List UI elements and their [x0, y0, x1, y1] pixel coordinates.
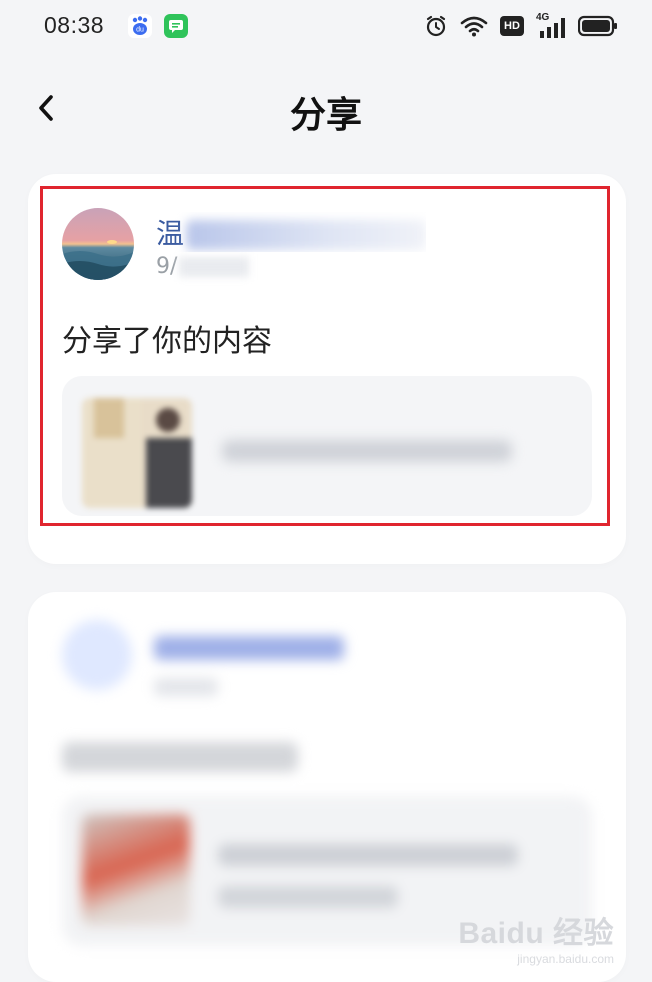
wifi-icon: [460, 16, 488, 37]
redacted-share-text: [62, 742, 298, 772]
post-time: 9/: [156, 254, 250, 279]
page-title: 分享: [289, 95, 362, 136]
post-time-text: 9/: [156, 254, 178, 279]
shared-content-thumbnail: [82, 814, 190, 926]
share-card[interactable]: 温 9/ 分享了你的内容: [28, 174, 626, 564]
shared-content-thumbnail: [82, 398, 192, 508]
watermark-logo: Baidu 经验: [458, 917, 614, 950]
status-bar: 08:38 du HD 4G: [0, 0, 652, 52]
redacted-name: [154, 636, 344, 660]
status-time: 08:38: [44, 12, 105, 38]
watermark: Baidu 经验 jingyan.baidu.com: [458, 908, 614, 966]
user-name[interactable]: 温: [156, 212, 426, 252]
avatar: [62, 620, 132, 690]
hd-icon: HD: [500, 16, 524, 36]
message-app-icon: [164, 14, 188, 38]
redacted-time: [179, 257, 250, 277]
redacted-content-title: [218, 886, 398, 908]
header: 分享: [0, 70, 652, 150]
alarm-icon: [426, 15, 446, 37]
redacted-time: [154, 678, 218, 696]
svg-text:du: du: [136, 27, 144, 34]
battery-icon: [578, 15, 617, 37]
redacted-name: [186, 220, 426, 250]
user-name-text: 温: [156, 217, 185, 250]
avatar[interactable]: [62, 208, 134, 280]
share-text: 分享了你的内容: [62, 324, 272, 359]
watermark-url: jingyan.baidu.com: [517, 952, 614, 966]
4g-signal-icon: 4G: [536, 12, 566, 38]
shared-content-box[interactable]: [62, 376, 592, 516]
redacted-content-title: [222, 440, 512, 462]
redacted-content-title: [218, 844, 518, 866]
baidu-app-icon: du: [128, 14, 152, 38]
